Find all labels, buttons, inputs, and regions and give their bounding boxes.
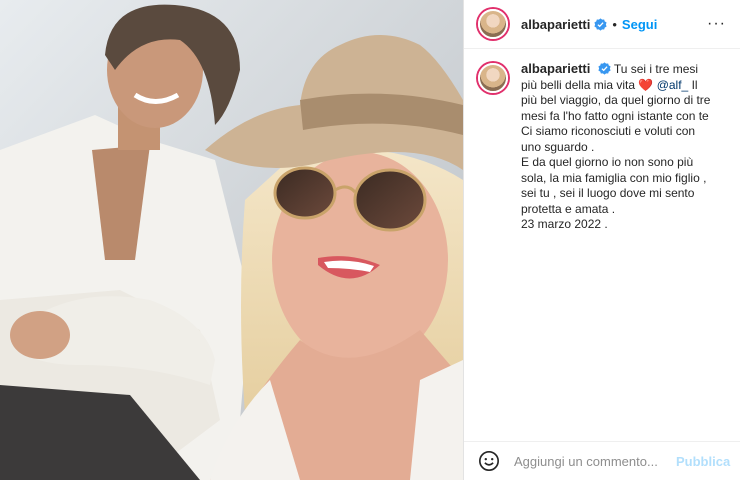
follow-button[interactable]: Segui <box>622 17 657 32</box>
caption-body: albaparietti Tu sei i tre mesi più belli… <box>521 61 711 233</box>
comment-input[interactable] <box>512 452 676 470</box>
username-link[interactable]: albaparietti <box>521 17 590 32</box>
post-photo[interactable] <box>0 0 463 480</box>
verified-badge-icon <box>598 62 611 75</box>
mention-link[interactable]: @alf_ <box>657 78 689 92</box>
post-header: albaparietti • Segui ··· <box>464 0 740 49</box>
heart-emoji: ❤️ <box>638 77 654 92</box>
avatar[interactable] <box>478 9 508 39</box>
verified-badge-icon <box>594 17 607 31</box>
instagram-post: albaparietti • Segui ··· albaparietti Tu… <box>0 0 740 480</box>
caption-username[interactable]: albaparietti <box>521 61 590 76</box>
emoji-smile-icon[interactable] <box>478 450 500 472</box>
more-options-icon[interactable]: ··· <box>707 15 726 33</box>
selfie-image <box>0 0 463 480</box>
separator-dot: • <box>612 16 617 32</box>
comment-bar: Pubblica <box>464 441 740 480</box>
caption-text-rest: Il più bel viaggio, da quel giorno di tr… <box>521 77 711 232</box>
post-sidebar: albaparietti • Segui ··· albaparietti Tu… <box>463 0 740 480</box>
caption-avatar[interactable] <box>478 63 508 93</box>
publish-button[interactable]: Pubblica <box>676 454 730 469</box>
caption: albaparietti Tu sei i tre mesi più belli… <box>464 49 740 233</box>
